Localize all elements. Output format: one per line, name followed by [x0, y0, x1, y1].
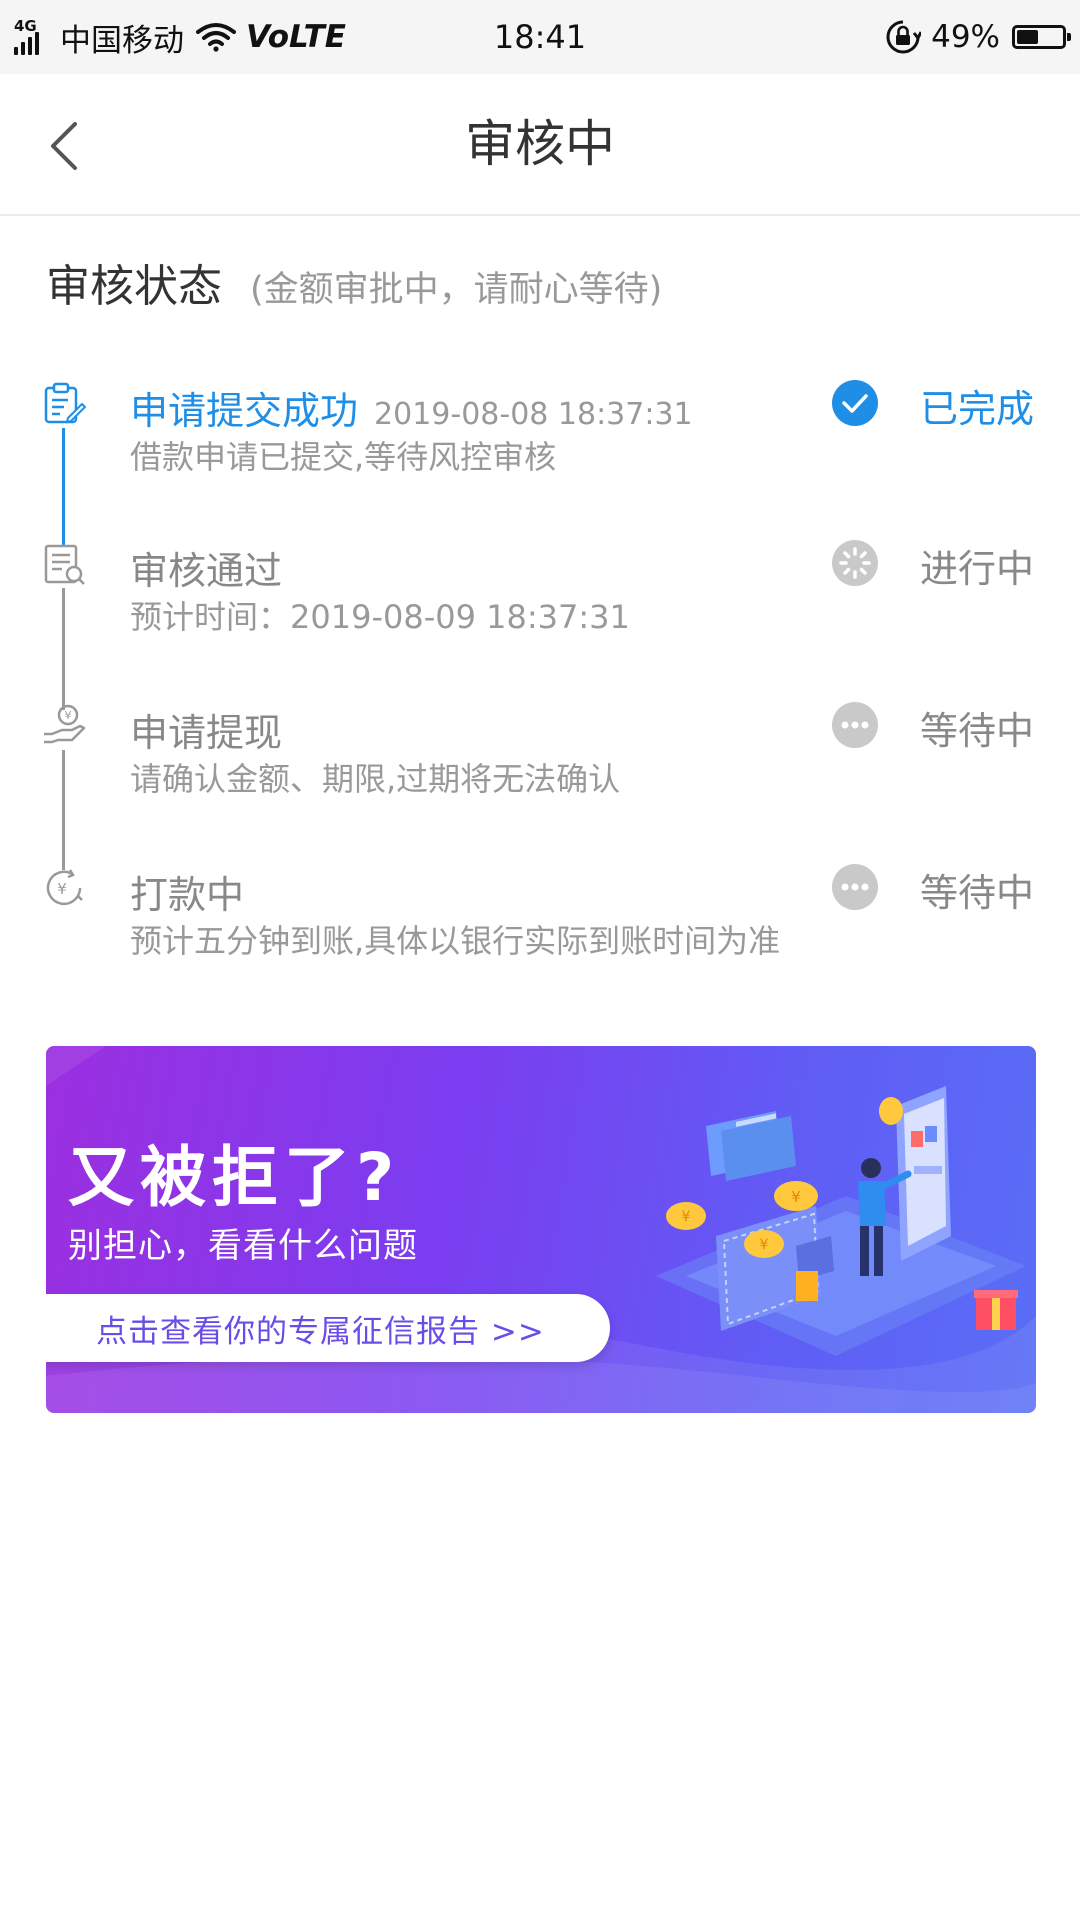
step-status: 进行中 — [919, 547, 1034, 591]
step-description: 预计五分钟到账,具体以银行实际到账时间为准 — [130, 922, 781, 960]
svg-text:¥: ¥ — [65, 709, 72, 722]
timeline-step: 申请提交成功 2019-08-08 18:37:31 借款申请已提交,等待风控审… — [0, 370, 1080, 490]
gift-box-icon — [974, 1290, 1018, 1330]
credit-report-banner[interactable]: 又被拒了? 别担心，看看什么问题 点击查看你的专属征信报告 >> ¥ ¥ ¥ — [46, 1046, 1036, 1413]
hand-coin-icon: ¥ — [44, 704, 86, 744]
timeline-step: ¥ 申请提现 请确认金额、期限,过期将无法确认 等待中 — [0, 692, 1080, 812]
more-dots-icon — [832, 702, 878, 748]
step-title: 审核通过 — [130, 549, 283, 593]
step-status: 等待中 — [919, 871, 1034, 915]
step-title: 申请提交成功 — [130, 389, 359, 433]
svg-text:¥: ¥ — [57, 880, 67, 898]
rotation-lock-icon — [886, 20, 922, 54]
status-bar: 4G 中国移动 VoLTE 18:41 49% — [0, 0, 1080, 74]
battery-icon — [1012, 25, 1071, 49]
status-right: 49% — [885, 10, 1071, 64]
banner-subtitle: 别担心，看看什么问题 — [68, 1226, 418, 1266]
view-credit-report-label: 点击查看你的专属征信报告 >> — [96, 1313, 545, 1350]
document-search-icon — [44, 544, 85, 585]
step-status: 已完成 — [919, 387, 1034, 431]
section-title: 审核状态 — [46, 261, 222, 312]
step-description: 预计时间：2019-08-09 18:37:31 — [130, 598, 630, 636]
check-circle-icon — [832, 380, 878, 426]
step-title: 申请提现 — [130, 711, 283, 755]
step-status: 等待中 — [919, 709, 1034, 753]
timeline-step: ¥ 打款中 预计五分钟到账,具体以银行实际到账时间为准 等待中 — [0, 854, 1080, 974]
progress-timeline: 申请提交成功 2019-08-08 18:37:31 借款申请已提交,等待风控审… — [0, 370, 1080, 970]
view-credit-report-button[interactable]: 点击查看你的专属征信报告 >> — [46, 1294, 610, 1362]
step-description: 请确认金额、期限,过期将无法确认 — [130, 760, 621, 798]
banner-title: 又被拒了? — [68, 1139, 401, 1216]
section-header: 审核状态 (金额审批中，请耐心等待) — [46, 250, 662, 314]
battery-percent: 49% — [931, 19, 1000, 55]
step-time: 2019-08-08 18:37:31 — [374, 397, 693, 432]
loading-spinner-icon — [832, 540, 878, 586]
svg-text:¥: ¥ — [760, 1237, 769, 1253]
clipboard-icon — [44, 382, 86, 424]
more-dots-icon — [832, 864, 878, 910]
section-subtitle: (金额审批中，请耐心等待) — [250, 270, 663, 310]
svg-text:¥: ¥ — [682, 1209, 691, 1225]
page-title: 审核中 — [465, 115, 615, 173]
step-title: 打款中 — [130, 873, 245, 917]
credit-card-icon — [706, 1111, 796, 1181]
yuan-clock-icon: ¥ — [46, 869, 83, 906]
nav-bar: 审核中 — [0, 74, 1080, 216]
step-description: 借款申请已提交,等待风控审核 — [130, 438, 557, 476]
svg-text:¥: ¥ — [791, 1188, 801, 1206]
timeline-step: 审核通过 预计时间：2019-08-09 18:37:31 进行中 — [0, 530, 1080, 650]
wallet-illustration: ¥ ¥ ¥ — [656, 1086, 1026, 1356]
